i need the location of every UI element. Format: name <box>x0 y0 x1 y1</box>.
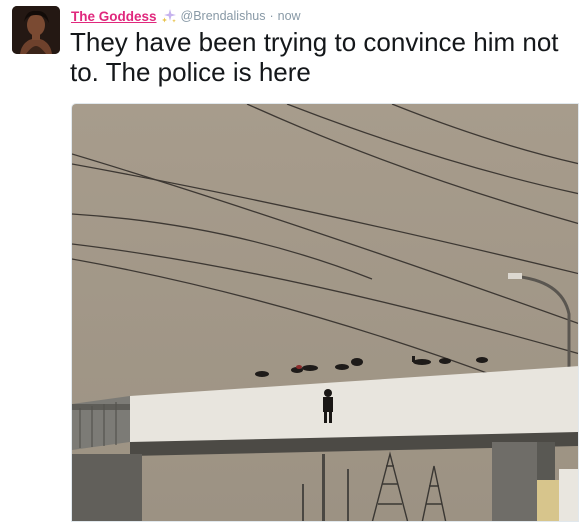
tweet-text: They have been trying to convince him no… <box>70 27 559 87</box>
display-name[interactable]: The Goddess <box>71 9 157 24</box>
avatar[interactable] <box>12 6 60 54</box>
avatar-image <box>12 6 60 54</box>
user-handle[interactable]: @Brendalishus <box>181 9 266 23</box>
tweet-timestamp[interactable]: now <box>278 9 301 23</box>
tweet-header: The Goddess @Brendalishus · now <box>71 7 301 25</box>
bridge-photo-illustration <box>72 104 578 521</box>
separator-dot: · <box>269 9 274 23</box>
sparkles-icon <box>161 8 177 24</box>
tweet-photo[interactable] <box>71 103 579 522</box>
tweet: The Goddess @Brendalishus · now They hav… <box>0 0 579 522</box>
